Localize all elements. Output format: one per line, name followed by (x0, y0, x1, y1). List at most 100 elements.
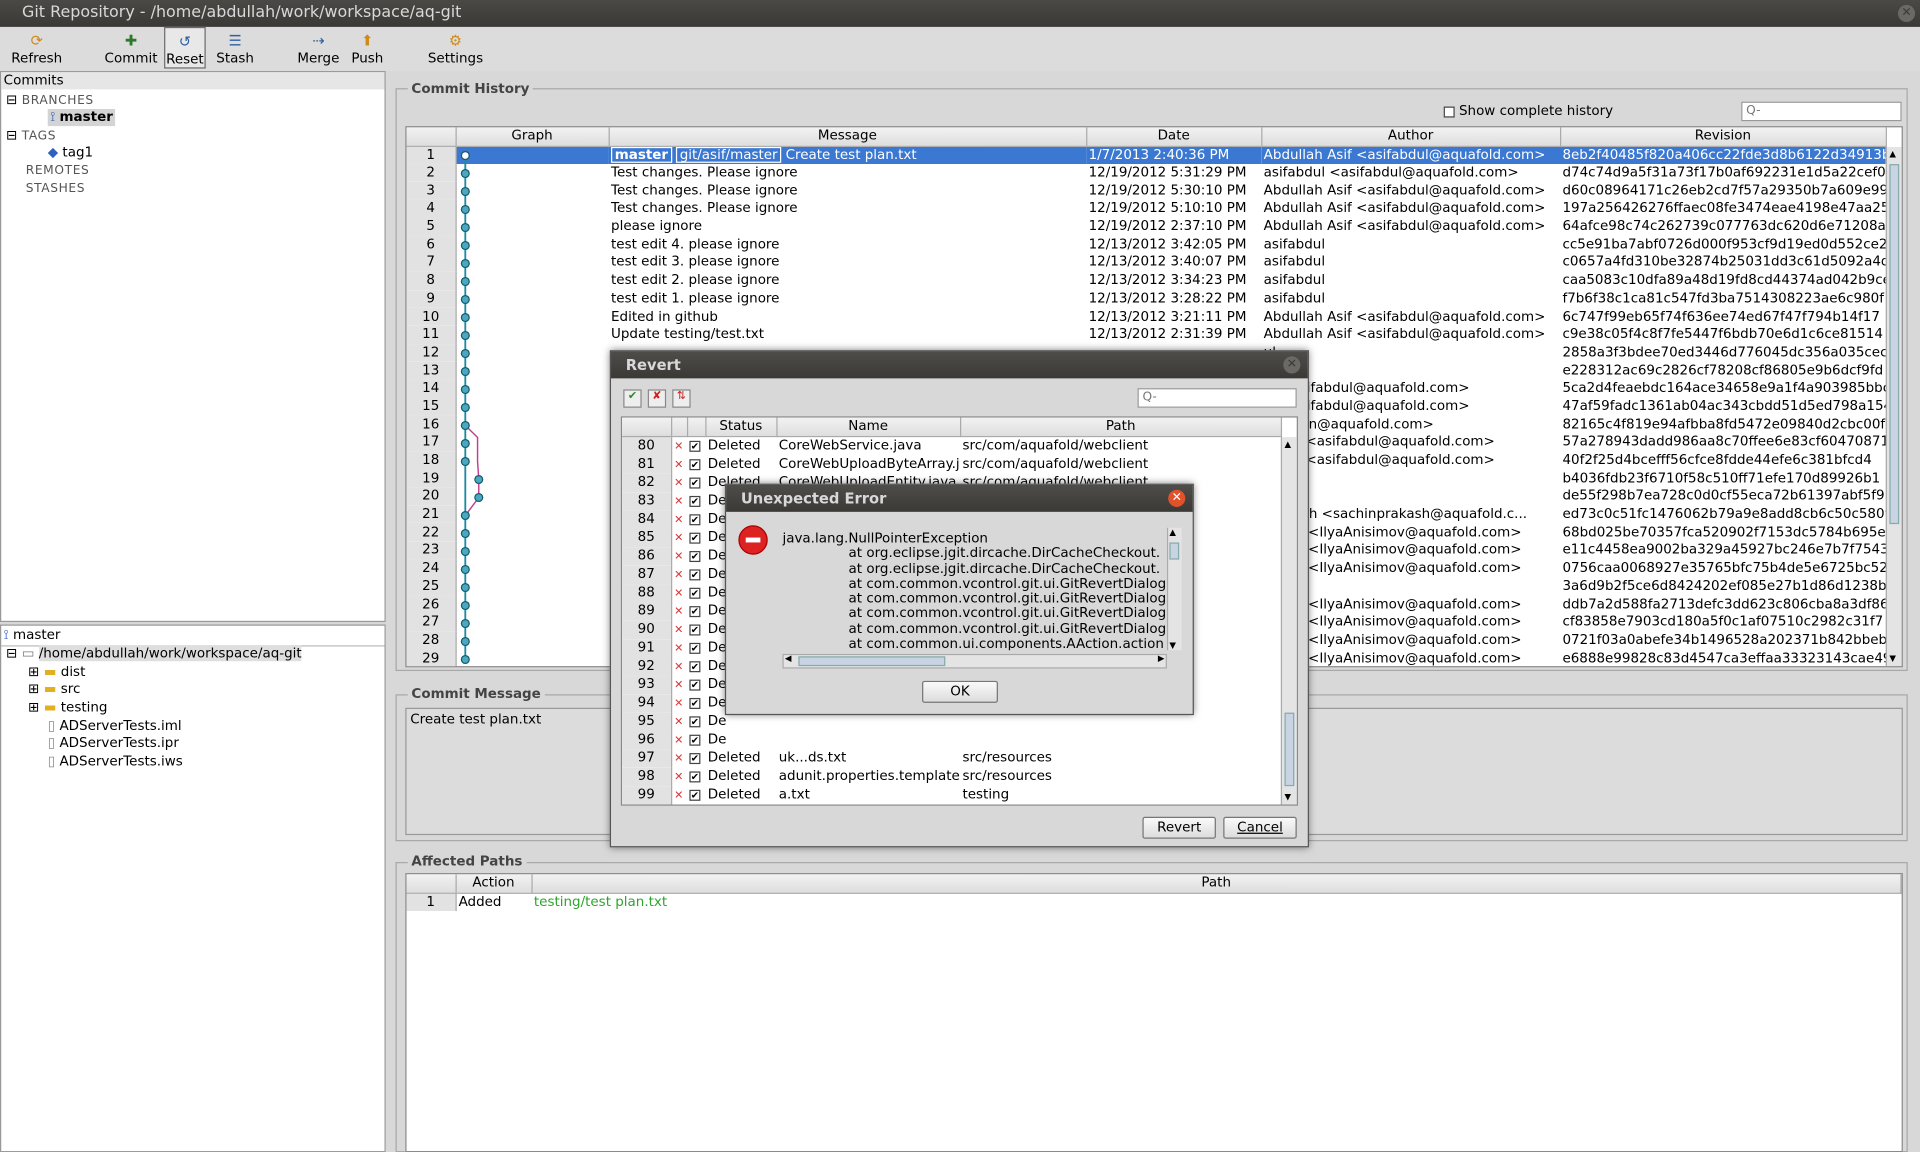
include-checkbox[interactable]: ✔ (687, 510, 705, 528)
include-checkbox[interactable]: ✔ (687, 436, 705, 455)
include-checkbox[interactable]: ✔ (687, 492, 705, 510)
close-icon[interactable]: ✕ (1168, 489, 1186, 507)
action-column-header[interactable]: Action (455, 874, 533, 894)
include-checkbox[interactable]: ✔ (687, 749, 705, 767)
scrollbar-thumb[interactable] (798, 656, 946, 667)
revert-search-input[interactable]: Q- (1137, 388, 1297, 408)
ok-button[interactable]: OK (922, 680, 998, 703)
table-row[interactable]: 7 test edit 3. please ignore 12/13/2012 3:… (406, 253, 1886, 272)
tags-section[interactable]: ⊟ TAGS (6, 127, 56, 145)
table-row[interactable]: 6 test edit 4. please ignore 12/13/2012 3:… (406, 235, 1886, 254)
include-checkbox[interactable]: ✔ (687, 657, 705, 675)
expand-icon[interactable]: ⊞ (28, 664, 39, 680)
scroll-up-icon[interactable]: ▲ (1284, 440, 1291, 450)
date-column-header[interactable]: Date (1086, 127, 1262, 147)
collapse-icon[interactable]: ⊟ (6, 645, 17, 661)
scrollbar-thumb[interactable] (1889, 164, 1900, 525)
include-checkbox[interactable]: ✔ (687, 639, 705, 657)
table-row[interactable]: 2 Test changes. Please ignore 12/19/2012 5… (406, 163, 1886, 182)
trace-vertical-scrollbar[interactable]: ▲ ▼ (1166, 527, 1182, 651)
repo-root[interactable]: ⊟ ▭ /home/abdullah/work/workspace/aq-git (6, 645, 302, 662)
table-row[interactable]: 100✕✔Deletedtest 2.txttesting (622, 803, 1281, 805)
scrollbar-thumb[interactable] (1169, 542, 1180, 560)
table-row[interactable]: 8 test edit 2. please ignore 12/13/2012 3:… (406, 271, 1886, 290)
file-item[interactable]: ▯ ADServerTests.iml (48, 718, 182, 735)
branches-section[interactable]: ⊟ BRANCHES (6, 92, 94, 110)
path-column-header[interactable]: Path (960, 417, 1283, 437)
scroll-down-icon[interactable]: ▼ (1169, 640, 1176, 650)
stack-trace-text[interactable]: java.lang.NullPointerException at org.ec… (782, 531, 1166, 650)
collapse-icon[interactable]: ⊟ (6, 92, 17, 108)
revert-scrollbar[interactable]: ▲ ▼ (1280, 437, 1297, 805)
table-row[interactable]: 5 please ignore 12/19/2012 2:37:10 PM Abdul… (406, 217, 1886, 236)
graph-column-header[interactable]: Graph (455, 127, 610, 147)
include-checkbox[interactable]: ✔ (687, 730, 705, 748)
scroll-up-icon[interactable]: ▲ (1889, 149, 1896, 159)
author-column-header[interactable]: Author (1261, 127, 1561, 147)
folder-testing[interactable]: ⊞ ▬ testing (28, 699, 107, 716)
refresh-button[interactable]: ⟳ Refresh (7, 27, 66, 69)
tag-tag1[interactable]: ◆ tag1 (48, 144, 93, 161)
branch-master[interactable]: ⟟ master (47, 108, 116, 127)
include-checkbox[interactable]: ✔ (687, 620, 705, 638)
collapse-icon[interactable]: ⊟ (6, 127, 17, 143)
table-row[interactable]: 9 test edit 1. please ignore 12/13/2012 3:… (406, 289, 1886, 308)
include-checkbox[interactable]: ✔ (687, 602, 705, 620)
commit-button[interactable]: ✚ Commit (103, 27, 159, 69)
table-row[interactable]: 1 Added testing/test plan.txt (406, 892, 1901, 911)
select-all-icon[interactable]: ✔ (623, 389, 642, 408)
invert-selection-icon[interactable]: ⇅ (672, 389, 691, 408)
table-row[interactable]: 99 ✕ ✔ Deleted a.txt testing (622, 785, 1281, 804)
scroll-down-icon[interactable]: ▼ (1889, 654, 1896, 664)
path-column-header[interactable]: Path (531, 874, 1902, 894)
table-row[interactable]: 3 Test changes. Please ignore 12/19/2012 5… (406, 181, 1886, 200)
scrollbar-thumb[interactable] (1284, 712, 1295, 787)
revert-button[interactable]: Revert (1142, 816, 1216, 839)
include-checkbox[interactable]: ✔ (687, 528, 705, 546)
merge-button[interactable]: ⇢ Merge (294, 27, 343, 69)
status-column-header[interactable]: Status (705, 417, 777, 437)
deselect-all-icon[interactable]: ✘ (647, 389, 667, 408)
table-row[interactable]: 98 ✕ ✔ Deleted adunit.properties.template src… (622, 767, 1281, 786)
folder-dist[interactable]: ⊞ ▬ dist (28, 664, 85, 681)
include-checkbox[interactable]: ✔ (687, 455, 705, 473)
include-checkbox[interactable]: ✔ (687, 675, 705, 693)
table-row[interactable]: 96 ✕ ✔ De (622, 730, 1281, 749)
table-row[interactable]: 10 Edited in github 12/13/2012 3:21:11 PM A… (406, 307, 1886, 326)
settings-button[interactable]: ⚙ Settings (424, 27, 488, 69)
include-checkbox[interactable]: ✔ (687, 547, 705, 565)
scroll-left-icon[interactable]: ◀ (785, 654, 792, 664)
file-item[interactable]: ▯ ADServerTests.iws (48, 753, 183, 770)
include-checkbox[interactable]: ✔ (687, 583, 705, 601)
stashes-section[interactable]: STASHES (26, 181, 85, 198)
include-checkbox[interactable]: ✔ (687, 804, 705, 805)
scroll-up-icon[interactable]: ▲ (1169, 528, 1176, 538)
include-checkbox[interactable]: ✔ (687, 694, 705, 712)
show-complete-history[interactable]: Show complete history (1443, 103, 1613, 119)
table-row[interactable]: 1 master git/asif/master Create test plan… (406, 145, 1886, 164)
include-checkbox[interactable]: ✔ (687, 712, 705, 730)
remotes-section[interactable]: REMOTES (26, 163, 90, 180)
name-column-header[interactable]: Name (776, 417, 961, 437)
scroll-right-icon[interactable]: ▶ (1158, 654, 1165, 664)
stash-button[interactable]: ☰ Stash (211, 27, 260, 69)
include-checkbox[interactable]: ✔ (687, 473, 705, 491)
scroll-down-icon[interactable]: ▼ (1284, 792, 1291, 802)
cancel-button[interactable]: Cancel (1223, 816, 1297, 839)
table-row[interactable]: 4 Test changes. Please ignore 12/19/2012 5… (406, 199, 1886, 218)
table-row[interactable]: 81 ✕ ✔ Deleted CoreWebUploadByteArray.j... sr… (622, 454, 1281, 474)
message-column-header[interactable]: Message (608, 127, 1087, 147)
expand-icon[interactable]: ⊞ (28, 681, 39, 697)
history-scrollbar[interactable]: ▲ ▼ (1885, 146, 1902, 667)
revision-column-header[interactable]: Revision (1560, 127, 1887, 147)
push-button[interactable]: ⬆ Push (345, 27, 389, 69)
expand-icon[interactable]: ⊞ (28, 699, 39, 715)
include-checkbox[interactable]: ✔ (687, 767, 705, 785)
file-item[interactable]: ▯ ADServerTests.ipr (48, 735, 179, 752)
close-icon[interactable]: ✕ (1283, 356, 1301, 374)
table-row[interactable]: 97 ✕ ✔ Deleted uk...ds.txt src/resources (622, 748, 1281, 768)
include-checkbox[interactable]: ✔ (687, 565, 705, 583)
history-search-input[interactable]: Q- (1741, 101, 1902, 122)
table-row[interactable]: 11 Update testing/test.txt 12/13/2012 2:31… (406, 325, 1886, 344)
trace-horizontal-scrollbar[interactable]: ◀ ▶ (782, 653, 1167, 669)
